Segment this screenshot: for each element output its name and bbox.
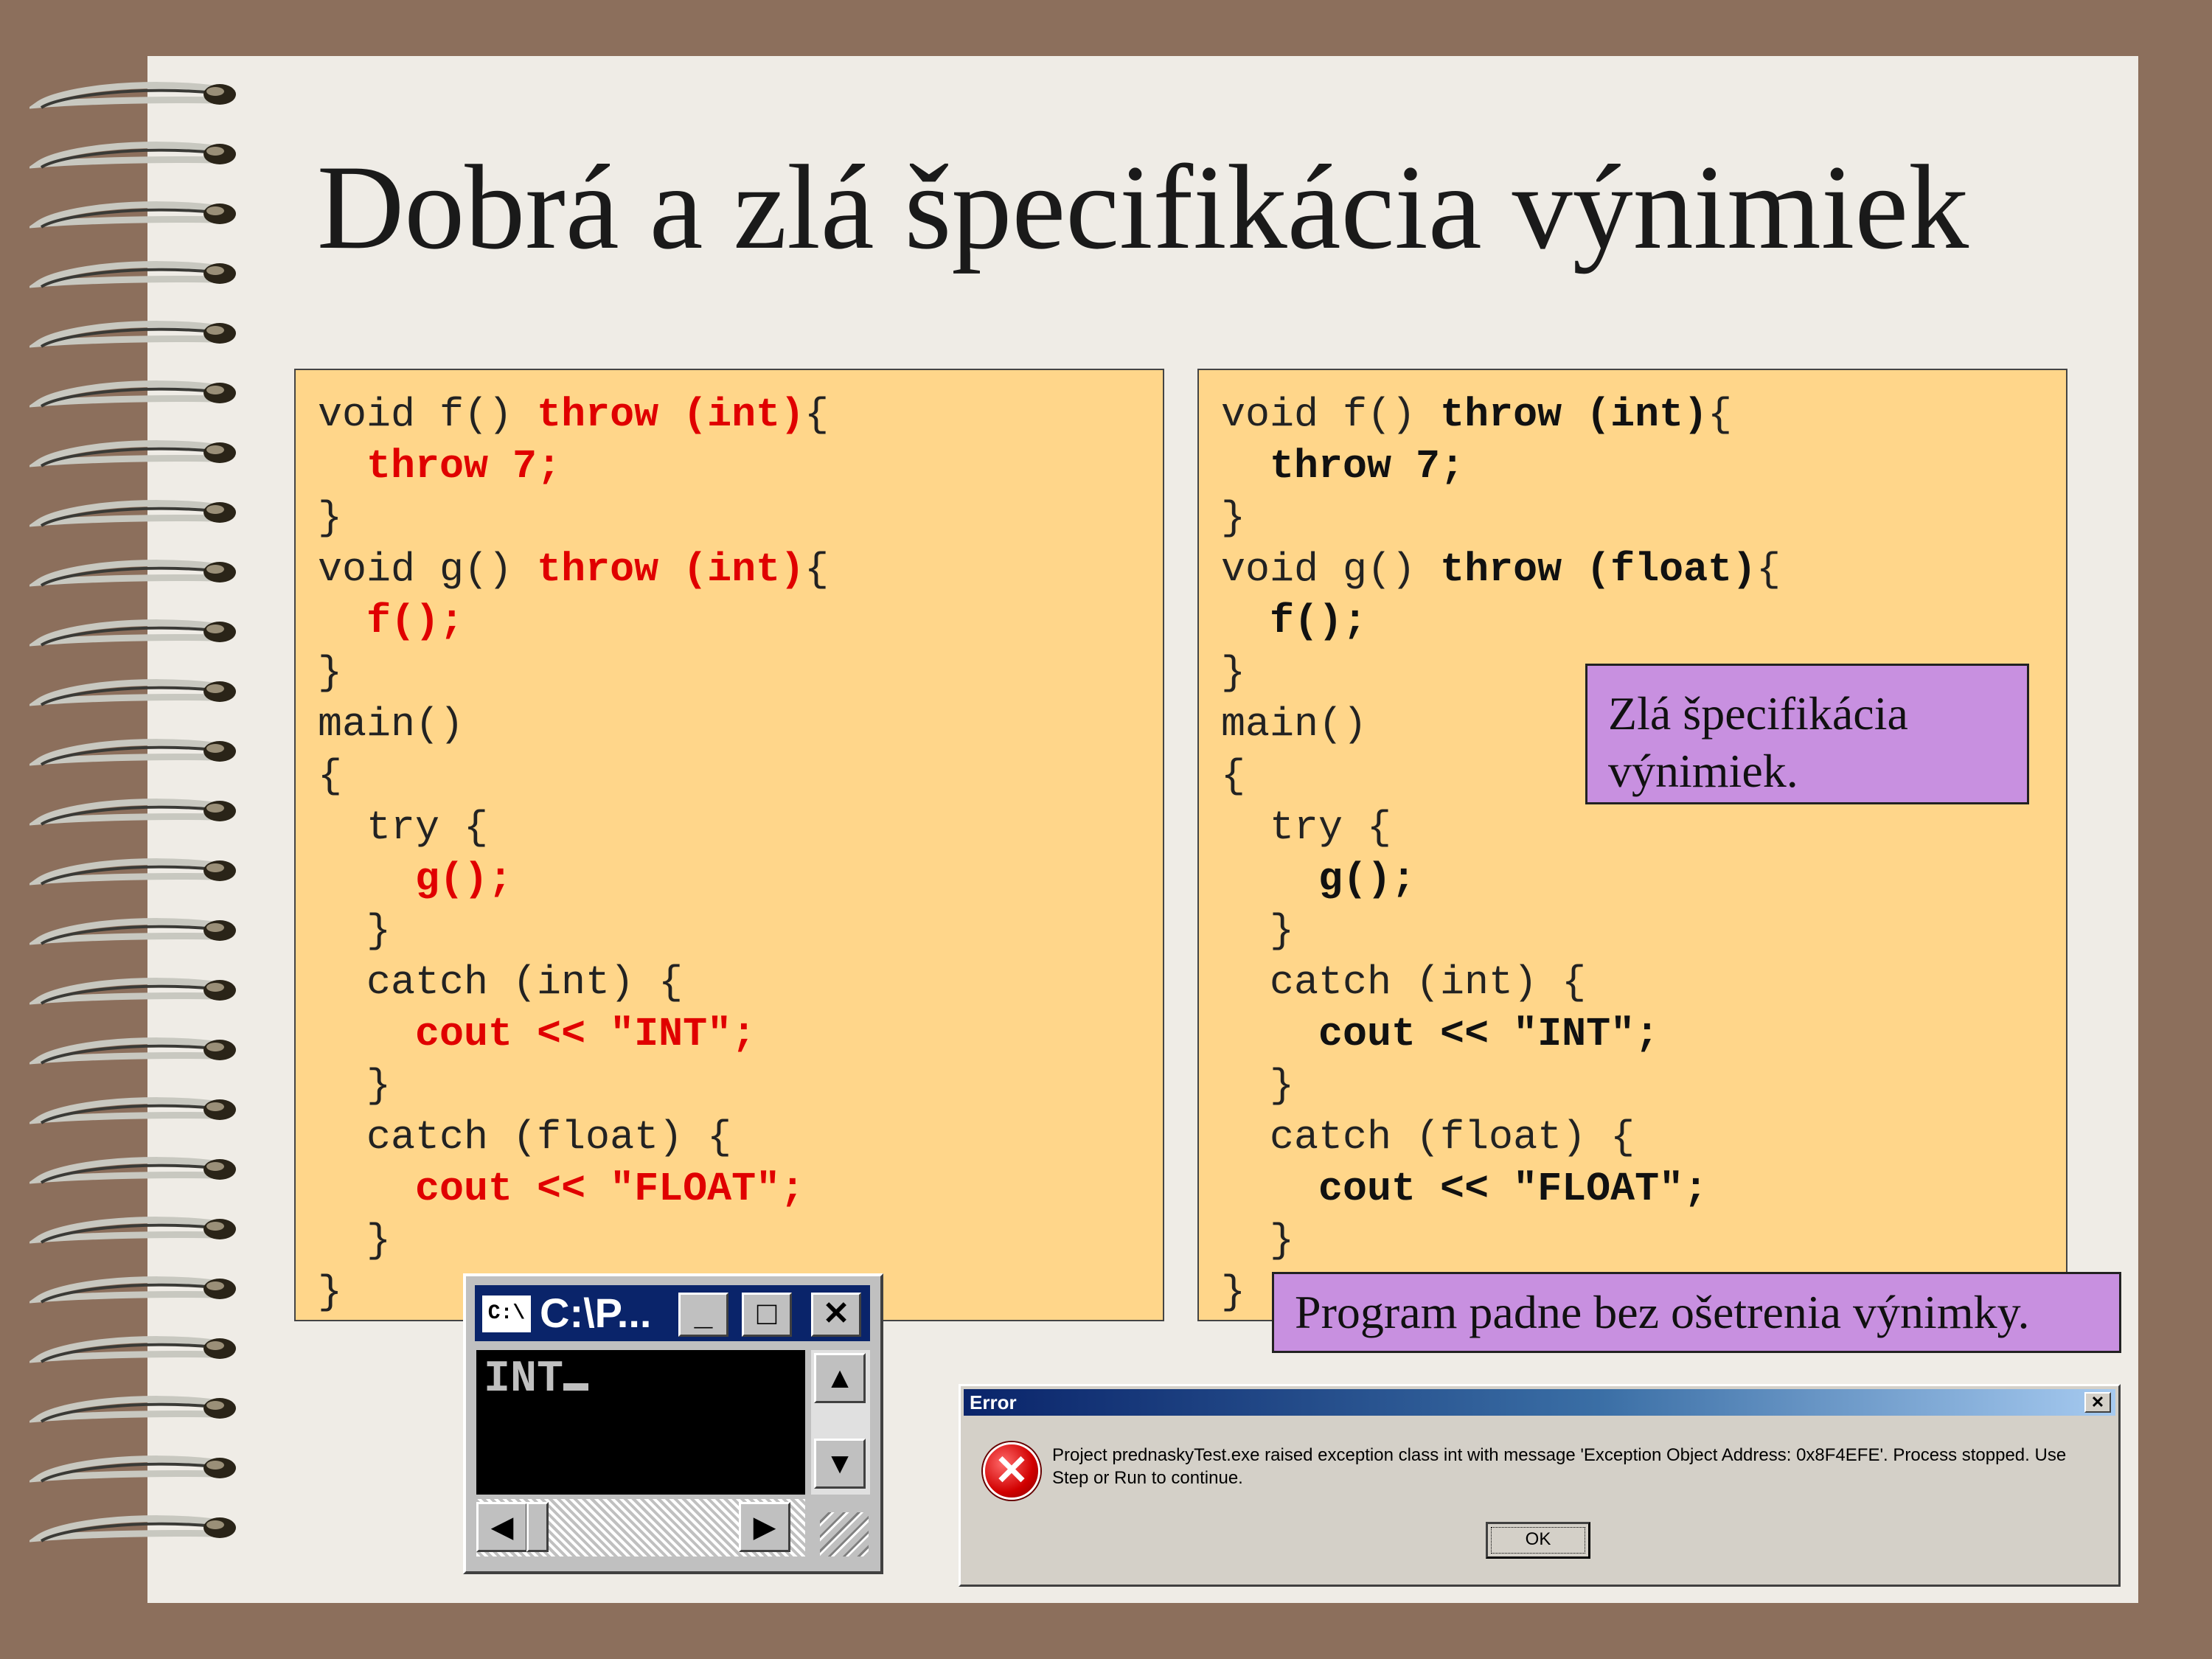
scroll-left-button[interactable]: ◀ xyxy=(476,1502,528,1552)
code-line: } xyxy=(1221,1217,1295,1264)
vertical-scrollbar[interactable]: ▲ ▼ xyxy=(811,1350,870,1495)
close-icon: ✕ xyxy=(2090,1393,2105,1411)
spiral-ring xyxy=(29,82,236,109)
spiral-ring xyxy=(29,1276,236,1304)
spiral-ring xyxy=(29,619,236,647)
console-window[interactable]: C:\ C:\P... _ □ ✕ INT ▲ ▼ ◀ ▶ xyxy=(463,1273,883,1574)
error-title: Error xyxy=(970,1391,1017,1413)
error-titlebar[interactable]: Error ✕ xyxy=(964,1389,2115,1416)
code-line: { xyxy=(318,753,343,799)
scroll-up-button[interactable]: ▲ xyxy=(814,1353,866,1403)
code-line: cout << "FLOAT"; xyxy=(1318,1166,1708,1212)
code-line: catch (int) { xyxy=(318,959,684,1006)
maximize-button[interactable]: □ xyxy=(742,1293,792,1337)
code-line: void g() throw (float){ xyxy=(1221,546,1781,593)
console-title: C:\P... xyxy=(540,1290,652,1336)
crash-note: Program padne bez ošetrenia výnimky. xyxy=(1272,1272,2121,1353)
console-cursor xyxy=(563,1383,589,1391)
close-icon: ✕ xyxy=(822,1295,850,1332)
code-line: void f() throw (int){ xyxy=(1221,392,1733,438)
error-close-button[interactable]: ✕ xyxy=(2084,1392,2111,1413)
spiral-ring xyxy=(29,1396,236,1423)
spiral-ring xyxy=(29,739,236,766)
spiral-ring xyxy=(29,1217,236,1244)
minimize-button[interactable]: _ xyxy=(678,1293,728,1337)
console-app-icon: C:\ xyxy=(482,1295,531,1332)
maximize-icon: □ xyxy=(757,1295,777,1332)
console-output-text: INT xyxy=(484,1354,564,1405)
console-titlebar[interactable]: C:\ C:\P... _ □ ✕ xyxy=(475,1285,870,1341)
resize-grip[interactable] xyxy=(820,1512,869,1557)
right-code: void f() throw (int){ throw 7; } void g(… xyxy=(1221,389,1781,1318)
spiral-ring xyxy=(29,1455,236,1483)
console-output-area[interactable]: INT xyxy=(476,1350,805,1495)
scroll-right-button[interactable]: ▶ xyxy=(739,1502,790,1552)
left-code: void f() throw (int){ throw 7; } void g(… xyxy=(318,389,829,1318)
error-icon: ✕ xyxy=(983,1442,1040,1500)
spiral-ring xyxy=(29,560,236,587)
scroll-right-icon: ▶ xyxy=(753,1511,776,1543)
scroll-left-icon: ◀ xyxy=(490,1511,514,1543)
code-line: } xyxy=(318,650,343,696)
scroll-down-button[interactable]: ▼ xyxy=(814,1439,866,1489)
spiral-ring xyxy=(29,1515,236,1543)
code-line: catch (float) { xyxy=(318,1114,732,1161)
console-close-button[interactable]: ✕ xyxy=(811,1293,861,1337)
spiral-ring xyxy=(29,799,236,826)
code-line: g(); xyxy=(1318,856,1416,902)
code-line: void g() throw (int){ xyxy=(318,546,830,593)
spiral-ring xyxy=(29,978,236,1005)
code-line: } xyxy=(1221,495,1246,541)
code-line: try { xyxy=(1221,804,1392,851)
code-line: f(); xyxy=(366,598,465,644)
code-line: } xyxy=(1221,908,1295,954)
spiral-ring xyxy=(29,380,236,408)
bad-spec-note: Zlá špecifikácia výnimiek. xyxy=(1585,664,2029,804)
code-line: throw 7; xyxy=(366,443,562,490)
horizontal-scrollbar[interactable]: ◀ ▶ xyxy=(476,1499,805,1557)
scroll-down-icon: ▼ xyxy=(825,1447,855,1480)
spiral-ring xyxy=(29,440,236,467)
slide-title: Dobrá a zlá špecifikácia výnimiek xyxy=(316,141,1969,274)
code-line: } xyxy=(318,1062,392,1109)
code-line: } xyxy=(318,908,392,954)
code-line: try { xyxy=(318,804,489,851)
code-line: } xyxy=(318,495,343,541)
code-line: void f() throw (int){ xyxy=(318,392,830,438)
left-code-panel: void f() throw (int){ throw 7; } void g(… xyxy=(294,369,1164,1321)
spiral-ring xyxy=(29,918,236,945)
horizontal-scroll-thumb[interactable] xyxy=(526,1502,549,1552)
ok-button[interactable]: OK xyxy=(1486,1522,1590,1559)
code-line: main() xyxy=(318,701,465,748)
code-line: cout << "INT"; xyxy=(1318,1011,1660,1057)
error-message: Project prednaskyTest.exe raised excepti… xyxy=(1052,1445,2067,1488)
right-code-panel: void f() throw (int){ throw 7; } void g(… xyxy=(1197,369,2067,1321)
minimize-icon: _ xyxy=(694,1295,713,1332)
spiral-binding xyxy=(29,82,236,1543)
code-line: cout << "INT"; xyxy=(415,1011,757,1057)
scroll-up-icon: ▲ xyxy=(825,1362,855,1394)
code-line: cout << "FLOAT"; xyxy=(415,1166,805,1212)
spiral-ring xyxy=(29,858,236,886)
spiral-ring xyxy=(29,1037,236,1065)
code-line: catch (int) { xyxy=(1221,959,1587,1006)
spiral-ring xyxy=(29,1097,236,1124)
code-line: } xyxy=(318,1217,392,1264)
error-dialog[interactable]: Error ✕ ✕ Project prednaskyTest.exe rais… xyxy=(959,1384,2121,1587)
code-line: throw 7; xyxy=(1270,443,1465,490)
spiral-ring xyxy=(29,1336,236,1363)
spiral-ring xyxy=(29,321,236,348)
code-line: } xyxy=(1221,1062,1295,1109)
code-line: catch (float) { xyxy=(1221,1114,1635,1161)
spiral-ring xyxy=(29,500,236,527)
spiral-ring xyxy=(29,679,236,706)
code-line: g(); xyxy=(415,856,513,902)
spiral-ring xyxy=(29,1157,236,1184)
code-line: f(); xyxy=(1270,598,1368,644)
